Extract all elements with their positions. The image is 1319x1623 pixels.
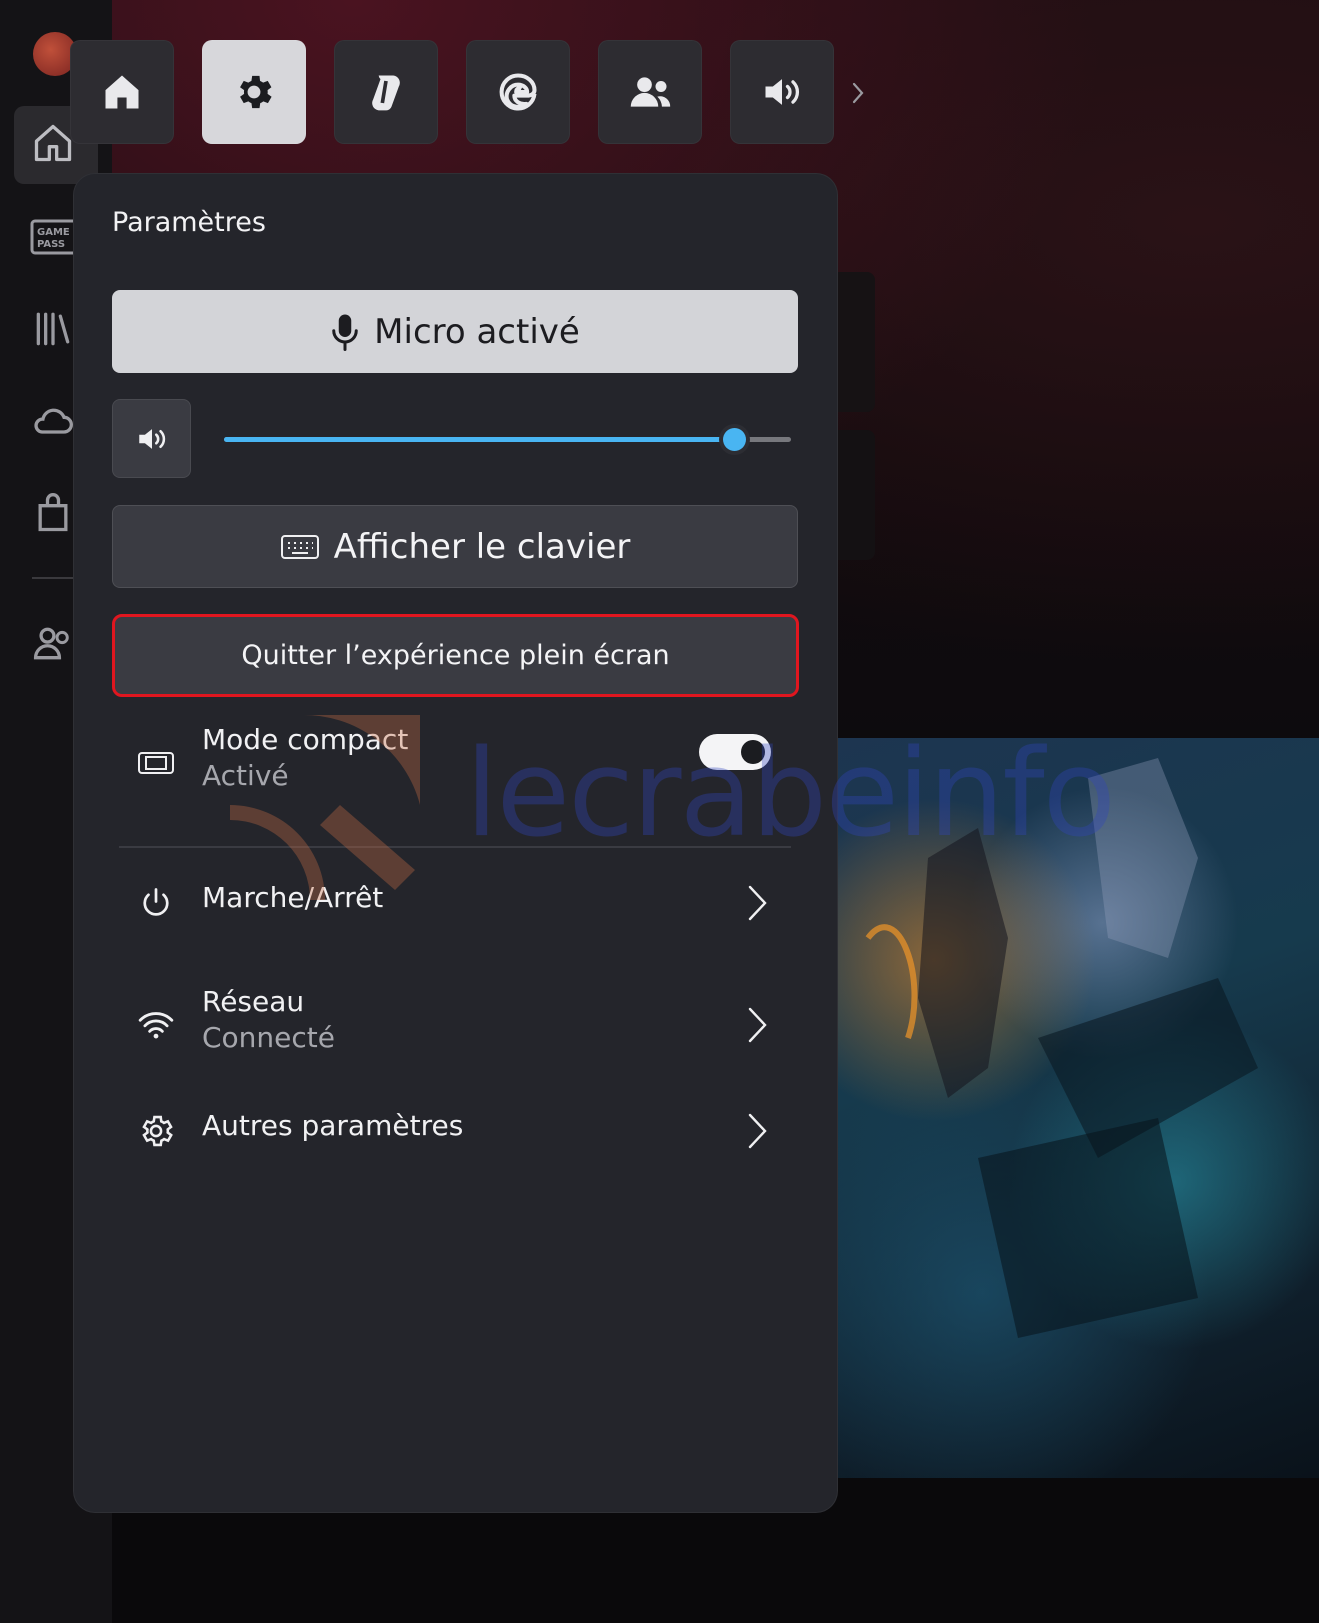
copilot-icon [372,75,400,111]
volume-slider[interactable] [224,428,791,451]
mic-toggle-button[interactable]: Micro activé [112,290,798,373]
game-artwork-shapes [865,758,1258,1338]
gear-icon [136,1111,176,1151]
quick-volume-button[interactable] [730,40,834,144]
volume-slider-thumb[interactable] [723,428,747,451]
people-icon [630,77,671,107]
home-icon [105,75,139,109]
volume-mute-button[interactable] [112,399,191,478]
network-label: Réseau [202,985,305,1018]
quit-fullscreen-button[interactable]: Quitter l’expérience plein écran [112,614,799,697]
volume-slider-fill [224,437,735,442]
toggle-knob [741,740,765,764]
panel-divider [119,846,791,848]
volume-icon [765,79,800,105]
cloud-icon[interactable] [30,398,76,444]
quick-home-button[interactable] [70,40,174,144]
store-icon[interactable] [30,490,76,536]
compact-mode-toggle[interactable] [699,734,771,770]
compact-mode-row[interactable]: Mode compact Activé [112,723,798,803]
keyboard-icon [280,534,319,559]
quick-people-button[interactable] [598,40,702,144]
quick-edge-button[interactable] [466,40,570,144]
panel-title: Paramètres [112,207,266,238]
power-label: Marche/Arrêt [202,881,384,914]
wifi-icon [136,1005,176,1045]
chevron-right-icon [748,1113,767,1149]
game-artwork [838,738,1319,1478]
keyboard-button-label: Afficher le clavier [333,526,631,567]
show-keyboard-button[interactable]: Afficher le clavier [112,505,798,588]
game-pass-text-line1: GAME [37,227,70,238]
handheld-icon [136,743,176,783]
network-row[interactable]: Réseau Connecté [112,985,798,1065]
compact-mode-label: Mode compact [202,723,409,756]
game-pass-text-line2: PASS [37,239,65,250]
more-settings-label: Autres paramètres [202,1109,464,1142]
quick-copilot-button[interactable] [334,40,438,144]
network-status: Connecté [202,1021,335,1054]
library-icon[interactable] [30,306,76,352]
mic-button-label: Micro activé [374,311,580,352]
edge-icon [499,73,537,111]
microphone-icon [332,314,358,351]
more-settings-row[interactable]: Autres paramètres [112,1101,798,1161]
chevron-right-icon[interactable] [846,78,870,108]
power-row[interactable]: Marche/Arrêt [112,873,798,933]
game-pass-icon[interactable]: GAME PASS [30,214,78,260]
chevron-right-icon [748,1007,767,1043]
gear-icon [240,75,272,109]
quit-button-label: Quitter l’expérience plein écran [241,640,670,671]
quick-settings-button[interactable] [202,40,306,144]
power-icon [136,883,176,923]
compact-mode-status: Activé [202,759,289,792]
friends-icon[interactable] [30,620,76,666]
chevron-right-icon [748,885,767,921]
volume-icon [138,428,165,449]
settings-panel: Paramètres Micro activé Afficher le clav… [73,173,838,1513]
